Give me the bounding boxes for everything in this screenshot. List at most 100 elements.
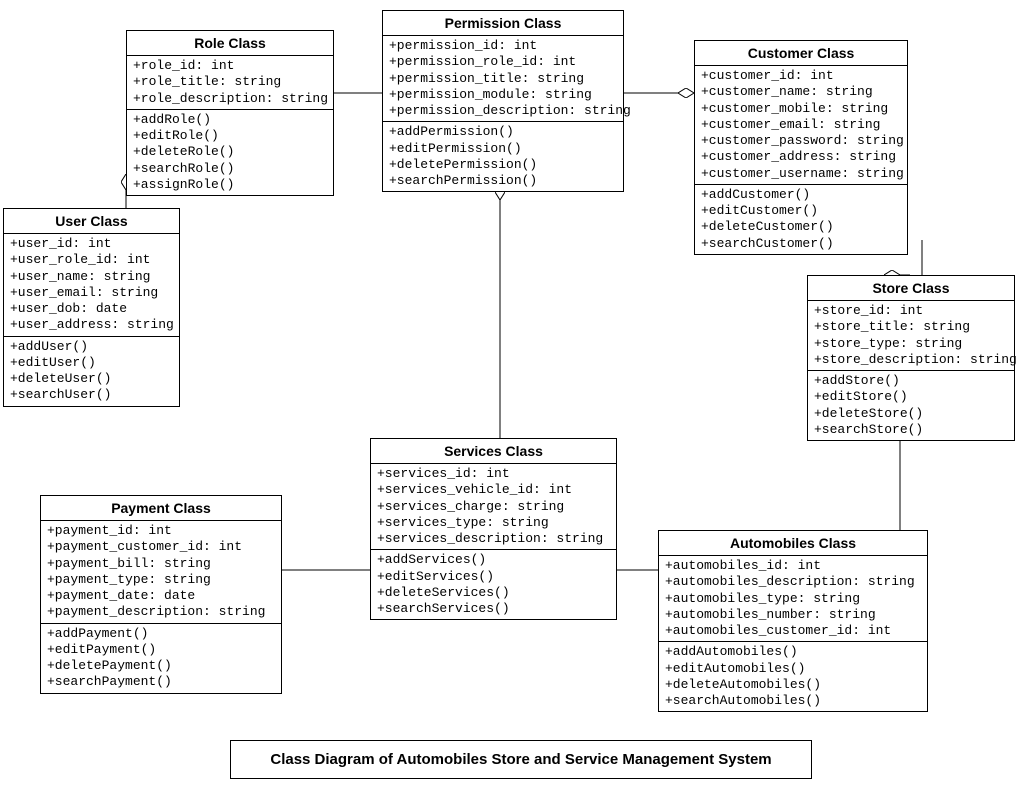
class-attrs: +services_id: int+services_vehicle_id: i… xyxy=(371,464,616,550)
diagram-caption: Class Diagram of Automobiles Store and S… xyxy=(230,740,812,779)
class-ops: +addAutomobiles()+editAutomobiles()+dele… xyxy=(659,642,927,711)
uml-line: +editAutomobiles() xyxy=(665,661,921,677)
class-title: User Class xyxy=(4,209,179,234)
class-ops: +addStore()+editStore()+deleteStore()+se… xyxy=(808,371,1014,440)
uml-line: +addUser() xyxy=(10,339,173,355)
uml-line: +addPayment() xyxy=(47,626,275,642)
uml-line: +store_description: string xyxy=(814,352,1008,368)
uml-line: +editUser() xyxy=(10,355,173,371)
uml-line: +automobiles_number: string xyxy=(665,607,921,623)
uml-line: +deleteUser() xyxy=(10,371,173,387)
class-attrs: +store_id: int+store_title: string +store… xyxy=(808,301,1014,371)
uml-line: +editCustomer() xyxy=(701,203,901,219)
uml-line: +store_id: int xyxy=(814,303,1008,319)
uml-line: +deleteStore() xyxy=(814,406,1008,422)
uml-line: +automobiles_type: string xyxy=(665,591,921,607)
uml-line: +editServices() xyxy=(377,569,610,585)
uml-line: +searchCustomer() xyxy=(701,236,901,252)
uml-line: +store_title: string xyxy=(814,319,1008,335)
uml-line: +deleteAutomobiles() xyxy=(665,677,921,693)
uml-line: +deletePayment() xyxy=(47,658,275,674)
class-attrs: +customer_id: int+customer_name: string+… xyxy=(695,66,907,185)
uml-line: +automobiles_description: string xyxy=(665,574,921,590)
uml-line: +addPermission() xyxy=(389,124,617,140)
uml-line: +permission_title: string xyxy=(389,71,617,87)
uml-line: +permission_id: int xyxy=(389,38,617,54)
uml-line: +user_id: int xyxy=(10,236,173,252)
uml-line: +user_role_id: int xyxy=(10,252,173,268)
uml-line: +searchPermission() xyxy=(389,173,617,189)
uml-line: +searchRole() xyxy=(133,161,327,177)
uml-line: +searchStore() xyxy=(814,422,1008,438)
uml-line: +services_description: string xyxy=(377,531,610,547)
class-title: Services Class xyxy=(371,439,616,464)
uml-line: +payment_type: string xyxy=(47,572,275,588)
uml-line: +searchPayment() xyxy=(47,674,275,690)
class-title: Store Class xyxy=(808,276,1014,301)
class-title: Payment Class xyxy=(41,496,281,521)
uml-line: +searchAutomobiles() xyxy=(665,693,921,709)
class-services: Services Class +services_id: int+service… xyxy=(370,438,617,620)
uml-line: +searchUser() xyxy=(10,387,173,403)
uml-line: +deleteRole() xyxy=(133,144,327,160)
class-ops: +addPermission()+editPermission()+delete… xyxy=(383,122,623,191)
class-attrs: +payment_id: int+payment_customer_id: in… xyxy=(41,521,281,624)
class-title: Role Class xyxy=(127,31,333,56)
uml-line: +permission_role_id: int xyxy=(389,54,617,70)
class-user: User Class +user_id: int+user_role_id: i… xyxy=(3,208,180,407)
class-title: Customer Class xyxy=(695,41,907,66)
class-store: Store Class +store_id: int+store_title: … xyxy=(807,275,1015,441)
uml-line: +user_address: string xyxy=(10,317,173,333)
uml-line: +role_id: int xyxy=(133,58,327,74)
uml-line: +user_dob: date xyxy=(10,301,173,317)
uml-line: +permission_description: string xyxy=(389,103,617,119)
uml-line: +editStore() xyxy=(814,389,1008,405)
uml-line: +customer_email: string xyxy=(701,117,901,133)
class-role: Role Class +role_id: int+role_title: str… xyxy=(126,30,334,196)
class-ops: +addRole()+editRole()+deleteRole()+searc… xyxy=(127,110,333,195)
uml-line: +services_type: string xyxy=(377,515,610,531)
uml-line: +addServices() xyxy=(377,552,610,568)
class-payment: Payment Class +payment_id: int+payment_c… xyxy=(40,495,282,694)
uml-line: +customer_name: string xyxy=(701,84,901,100)
uml-line: +services_id: int xyxy=(377,466,610,482)
uml-line: +addAutomobiles() xyxy=(665,644,921,660)
uml-line: +customer_username: string xyxy=(701,166,901,182)
class-attrs: +user_id: int+user_role_id: int+user_nam… xyxy=(4,234,179,337)
uml-line: +assignRole() xyxy=(133,177,327,193)
uml-line: +payment_date: date xyxy=(47,588,275,604)
caption-text: Class Diagram of Automobiles Store and S… xyxy=(270,751,771,768)
uml-line: +payment_bill: string xyxy=(47,556,275,572)
class-title: Automobiles Class xyxy=(659,531,927,556)
uml-line: +searchServices() xyxy=(377,601,610,617)
uml-line: +payment_description: string xyxy=(47,604,275,620)
uml-line: +user_email: string xyxy=(10,285,173,301)
uml-line: +customer_id: int xyxy=(701,68,901,84)
uml-line: +automobiles_id: int xyxy=(665,558,921,574)
uml-line: +payment_id: int xyxy=(47,523,275,539)
class-customer: Customer Class +customer_id: int+custome… xyxy=(694,40,908,255)
class-ops: +addCustomer()+editCustomer()+deleteCust… xyxy=(695,185,907,254)
uml-line: +addStore() xyxy=(814,373,1008,389)
uml-line: +services_vehicle_id: int xyxy=(377,482,610,498)
class-attrs: +automobiles_id: int+automobiles_descrip… xyxy=(659,556,927,642)
uml-line: +editPermission() xyxy=(389,141,617,157)
uml-line: +automobiles_customer_id: int xyxy=(665,623,921,639)
uml-line: +deleteServices() xyxy=(377,585,610,601)
class-permission: Permission Class +permission_id: int+per… xyxy=(382,10,624,192)
uml-line: +customer_address: string xyxy=(701,149,901,165)
uml-line: +addCustomer() xyxy=(701,187,901,203)
uml-line: +role_description: string xyxy=(133,91,327,107)
class-attrs: +permission_id: int+permission_role_id: … xyxy=(383,36,623,122)
uml-line: +editPayment() xyxy=(47,642,275,658)
class-ops: +addServices()+editServices()+deleteServ… xyxy=(371,550,616,619)
uml-line: +role_title: string xyxy=(133,74,327,90)
uml-line: +permission_module: string xyxy=(389,87,617,103)
uml-line: +customer_mobile: string xyxy=(701,101,901,117)
class-ops: +addUser()+editUser()+deleteUser()+searc… xyxy=(4,337,179,406)
uml-line: +deletePermission() xyxy=(389,157,617,173)
class-ops: +addPayment()+editPayment()+deletePaymen… xyxy=(41,624,281,693)
uml-line: +payment_customer_id: int xyxy=(47,539,275,555)
uml-line: +deleteCustomer() xyxy=(701,219,901,235)
uml-line: +customer_password: string xyxy=(701,133,901,149)
